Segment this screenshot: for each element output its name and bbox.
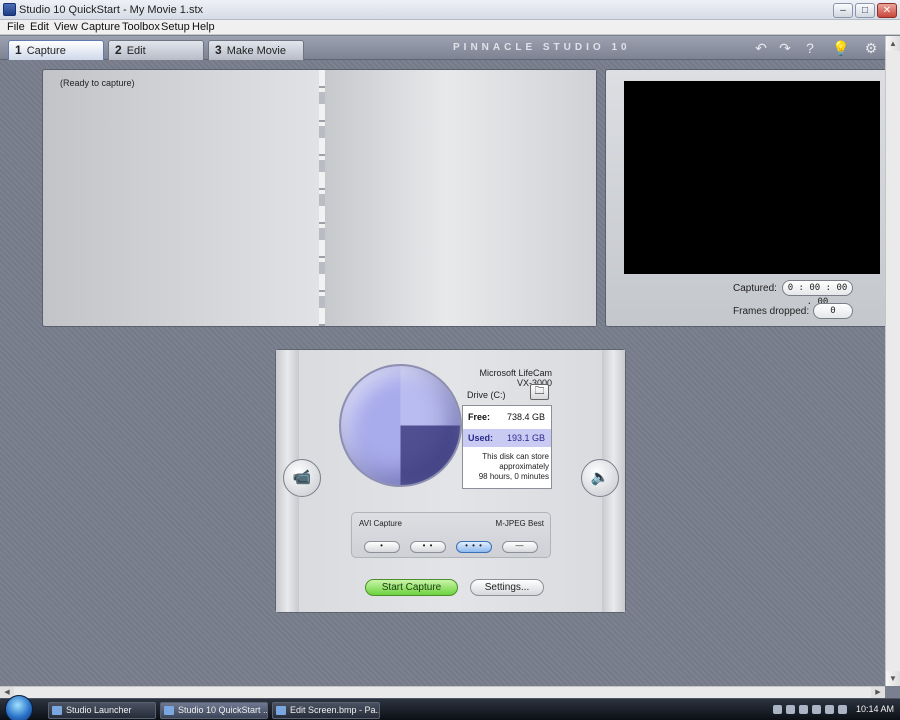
scroll-right-icon[interactable]: ▶	[871, 687, 885, 698]
capture-album: (Ready to capture)	[42, 69, 597, 327]
close-button[interactable]: ✕	[877, 3, 897, 18]
album-spine	[319, 70, 325, 326]
capture-quality-label: M-JPEG Best	[495, 519, 544, 528]
used-value: 193.1 GB	[506, 433, 545, 443]
lightbulb-icon[interactable]: 💡	[832, 39, 850, 57]
tray-security-icon[interactable]	[825, 705, 834, 714]
undo-icon[interactable]: ↶	[752, 39, 770, 57]
start-button[interactable]	[5, 695, 33, 720]
maximize-button[interactable]: □	[855, 3, 875, 18]
free-value: 738.4 GB	[506, 412, 545, 422]
drive-label: Drive (C:)	[467, 390, 506, 400]
free-label: Free:	[468, 412, 491, 422]
menu-bar: File Edit View Capture Toolbox Setup Hel…	[0, 20, 900, 35]
menu-help[interactable]: Help	[192, 21, 215, 33]
album-right-page	[324, 70, 596, 326]
disk-usage-pie[interactable]	[339, 364, 462, 487]
app-icon	[3, 3, 16, 16]
preview-player: Captured: 0 : 00 : 00 . 00 Frames droppe…	[605, 69, 885, 327]
audio-level-icon[interactable]: 🔈	[581, 459, 619, 497]
used-space-row: Used: 193.1 GB	[463, 429, 551, 447]
quality-button-custom[interactable]: —	[502, 541, 538, 553]
menu-edit[interactable]: Edit	[30, 21, 49, 33]
title-bar: Studio 10 QuickStart - My Movie 1.stx – …	[0, 0, 900, 20]
tab-edit[interactable]: 2 Edit	[108, 40, 204, 60]
tab-label: Capture	[26, 45, 66, 57]
tab-label: Make Movie	[226, 45, 286, 57]
capture-quality-selector: AVI Capture M-JPEG Best • • • • • • —	[351, 512, 551, 558]
quality-button-medium[interactable]: • •	[410, 541, 446, 553]
taskbar: Studio Launcher Studio 10 QuickStart ...…	[0, 695, 900, 720]
tab-label: Edit	[126, 45, 146, 57]
tray-volume-icon[interactable]	[812, 705, 821, 714]
used-label: Used:	[468, 433, 494, 443]
taskbar-item-label: Studio 10 QuickStart ...	[178, 705, 268, 715]
horizontal-scrollbar[interactable]: ◀ ▶	[0, 686, 885, 698]
mode-toolbar: 1 Capture 2 Edit 3 Make Movie PINNACLE STUD…	[0, 36, 885, 60]
quality-button-low[interactable]: •	[364, 541, 400, 553]
tray-app-icon[interactable]	[786, 705, 795, 714]
taskbar-clock[interactable]: 10:14 AM	[856, 704, 894, 714]
free-space-row: Free: 738.4 GB	[463, 408, 551, 426]
folder-icon[interactable]: 🗀	[530, 384, 549, 400]
tray-network-icon[interactable]	[799, 705, 808, 714]
setup-icon[interactable]: ⚙	[862, 39, 880, 57]
tab-make-movie[interactable]: 3 Make Movie	[208, 40, 304, 60]
captured-label: Captured:	[733, 283, 777, 294]
scroll-down-icon[interactable]: ▼	[886, 671, 900, 686]
taskbar-item-studio-launcher[interactable]: Studio Launcher	[48, 702, 156, 719]
capacity-note: This disk can store approximately 98 hou…	[465, 452, 549, 482]
window-icon	[276, 706, 286, 715]
taskbar-item-label: Studio Launcher	[66, 705, 132, 715]
help-icon[interactable]: ?	[801, 39, 819, 57]
window-icon	[164, 706, 174, 715]
app-area: 1 Capture 2 Edit 3 Make Movie PINNACLE STUD…	[0, 36, 885, 686]
tab-number: 2	[115, 43, 122, 57]
menu-view[interactable]: View	[54, 21, 78, 33]
scroll-up-icon[interactable]: ▲	[886, 36, 900, 51]
tab-number: 1	[15, 43, 22, 57]
minimize-button[interactable]: –	[833, 3, 853, 18]
disk-info-box: Free: 738.4 GB Used: 193.1 GB This disk …	[462, 405, 552, 489]
capacity-note-line: approximately	[499, 462, 549, 471]
video-preview-screen	[624, 81, 880, 274]
frames-dropped-count: 0	[813, 303, 853, 319]
taskbar-item-paint[interactable]: Edit Screen.bmp - Pa...	[272, 702, 380, 719]
captured-time: 0 : 00 : 00 . 00	[782, 280, 853, 307]
tray-help-icon[interactable]	[773, 705, 782, 714]
taskbar-item-label: Edit Screen.bmp - Pa...	[290, 705, 380, 715]
menu-file[interactable]: File	[7, 21, 25, 33]
video-source-icon[interactable]: 📹	[283, 459, 321, 497]
brand-logo: PINNACLE STUDIO 10	[453, 42, 631, 53]
capacity-note-line: This disk can store	[482, 452, 549, 461]
tab-number: 3	[215, 43, 222, 57]
tab-capture[interactable]: 1 Capture	[8, 40, 104, 60]
diskometer-panel: Microsoft LifeCam VX-3000 Drive (C:) 🗀 F…	[275, 349, 626, 613]
redo-icon[interactable]: ↷	[776, 39, 794, 57]
tray-sync-icon[interactable]	[838, 705, 847, 714]
window-title: Studio 10 QuickStart - My Movie 1.stx	[19, 4, 204, 16]
menu-toolbox[interactable]: Toolbox	[122, 21, 160, 33]
capacity-note-line: 98 hours, 0 minutes	[478, 472, 549, 481]
vertical-scrollbar[interactable]: ▲ ▼	[885, 36, 900, 686]
settings-button[interactable]: Settings...	[470, 579, 544, 596]
capture-format-label: AVI Capture	[359, 519, 402, 528]
start-capture-button[interactable]: Start Capture	[365, 579, 458, 596]
menu-capture[interactable]: Capture	[81, 21, 120, 33]
taskbar-item-studio-quickstart[interactable]: Studio 10 QuickStart ...	[160, 702, 268, 719]
frames-dropped-label: Frames dropped:	[733, 306, 810, 317]
capture-status: (Ready to capture)	[60, 78, 135, 88]
quality-button-high[interactable]: • • •	[456, 541, 492, 553]
menu-setup[interactable]: Setup	[161, 21, 190, 33]
window-icon	[52, 706, 62, 715]
